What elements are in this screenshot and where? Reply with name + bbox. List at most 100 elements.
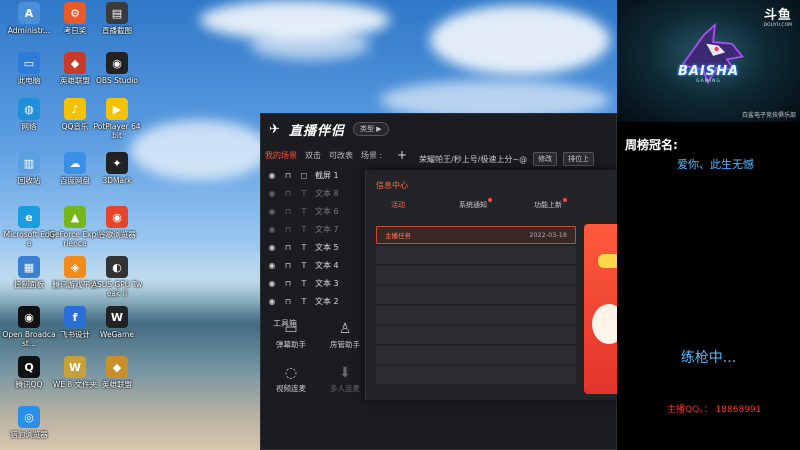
team-banner: 斗鱼 DOUYU.COM BAISHA GAMING 白鲨电子竞技俱乐部: [617, 0, 800, 122]
source-label: 文本 4: [315, 260, 339, 270]
unread-dot: [563, 198, 567, 202]
qq-label: 主播QQ。：: [667, 405, 713, 415]
desktop-app-icon: ◐: [106, 256, 128, 278]
tool-icon: ◌: [284, 365, 298, 381]
desktop-app-icon: ▭: [18, 52, 40, 74]
app-titlebar: ✈ 直播伴侣 类型 ▶: [261, 114, 616, 144]
tool-button[interactable]: ◌ 视频连麦: [265, 365, 317, 394]
desktop-icon[interactable]: W WeGame: [90, 306, 144, 339]
tab-my-scene[interactable]: 我的场景: [265, 150, 297, 161]
list-item[interactable]: 主播任务 2022-03-18: [376, 226, 576, 244]
banner-caption: 白鲨电子竞技俱乐部: [741, 112, 796, 119]
eye-icon[interactable]: ◉: [267, 171, 277, 180]
tool-icon: ▭: [284, 321, 298, 337]
source-type-icon: T: [301, 260, 307, 270]
desktop-app-icon: ♪: [64, 98, 86, 120]
cloud: [430, 5, 610, 75]
desktop-icon-label: 3DMark: [102, 176, 132, 185]
eye-icon[interactable]: ◉: [267, 279, 277, 288]
desktop-icon[interactable]: ✦ 3DMark: [90, 152, 144, 185]
desktop-app-icon: ◍: [18, 98, 40, 120]
lock-icon[interactable]: ⊓: [283, 207, 293, 216]
tool-icon: ⬇: [339, 365, 351, 381]
source-label: 文本 2: [315, 296, 339, 306]
tool-label: 多人连麦: [330, 384, 360, 393]
tab-activity-label: 活动: [391, 201, 405, 209]
desktop-icon[interactable]: ◉ 谷歌浏览器: [90, 206, 144, 239]
lock-icon[interactable]: ⊓: [283, 261, 293, 270]
desktop-icon-label: WeGame: [100, 330, 134, 339]
rank-button[interactable]: 排位上: [563, 152, 595, 166]
tool-button[interactable]: ⬇ 多人连麦: [319, 365, 371, 394]
tab-editable[interactable]: 可改表: [329, 150, 353, 161]
desktop-app-icon: Q: [18, 356, 40, 378]
lock-icon[interactable]: ⊓: [283, 171, 293, 180]
desktop-app-icon: ▥: [18, 152, 40, 174]
tab-new-features-label: 功能上新: [534, 201, 562, 209]
douyu-logo: 斗鱼 DOUYU.COM: [764, 4, 792, 28]
lock-icon[interactable]: ⊓: [283, 225, 293, 234]
desktop-icon[interactable]: ◉ OBS Studio: [90, 52, 144, 85]
desktop-app-icon: ▦: [18, 256, 40, 278]
team-subtitle: GAMING: [696, 79, 721, 84]
douyu-logo-text: 斗鱼: [763, 8, 792, 23]
lock-icon[interactable]: ⊓: [283, 189, 293, 198]
list-item-empty: [376, 326, 576, 344]
modal-tabs: 活动 系统通知 功能上新: [366, 198, 618, 214]
desktop-app-icon: ◉: [106, 52, 128, 74]
room-title: 荣耀帕王/秒上号/极速上分~@: [419, 154, 528, 164]
desktop-icon[interactable]: ▤ 直播截图: [90, 2, 144, 35]
desktop-icon[interactable]: ▶ PotPlayer 64 bit: [90, 98, 144, 140]
cloud: [130, 120, 270, 180]
weekly-crown-name: 爱你、此生无憾: [677, 158, 754, 171]
desktop-icon-label: OBS Studio: [96, 76, 138, 85]
scene-tabs: 我的场景 双击 可改表 场景 : +: [261, 144, 413, 166]
tab-activity[interactable]: 活动: [391, 198, 405, 212]
tab-new-features[interactable]: 功能上新: [534, 198, 567, 212]
desktop-app-icon: ◉: [18, 306, 40, 328]
desktop-app-icon: ◆: [64, 52, 86, 74]
eye-icon[interactable]: ◉: [267, 189, 277, 198]
tool-label: 视频连麦: [276, 384, 306, 393]
eye-icon[interactable]: ◉: [267, 225, 277, 234]
lock-icon[interactable]: ⊓: [283, 279, 293, 288]
desktop-app-icon: f: [64, 306, 86, 328]
source-type-icon: T: [301, 206, 307, 216]
desktop-app-icon: ◉: [106, 206, 128, 228]
type-pill-button[interactable]: 类型 ▶: [353, 122, 389, 136]
tool-button[interactable]: ♙ 房管助手: [319, 321, 371, 350]
source-type-icon: T: [301, 188, 307, 198]
desktop-app-icon: ☁: [64, 152, 86, 174]
source-label: 截屏 1: [315, 170, 339, 180]
lock-icon[interactable]: ⊓: [283, 243, 293, 252]
eye-icon[interactable]: ◉: [267, 297, 277, 306]
list-item-empty: [376, 286, 576, 304]
source-label: 文本 6: [315, 206, 339, 216]
tab-double-click[interactable]: 双击: [305, 150, 321, 161]
desktop-icon[interactable]: ◆ 英雄联盟: [90, 356, 144, 389]
desktop-icon[interactable]: ◎ 猎豹浏览器: [2, 406, 56, 439]
tool-button[interactable]: ▭ 弹幕助手: [265, 321, 317, 350]
qq-number: 18868991: [715, 405, 762, 415]
add-scene-button[interactable]: +: [397, 148, 407, 162]
tab-scene[interactable]: 场景 :: [361, 150, 382, 161]
edit-room-button[interactable]: 修改: [533, 152, 558, 166]
message-list: 主播任务 2022-03-18: [376, 226, 576, 386]
eye-icon[interactable]: ◉: [267, 207, 277, 216]
desktop-icon-label: 猎豹浏览器: [10, 430, 48, 439]
source-type-icon: T: [301, 278, 307, 288]
tab-system-notice[interactable]: 系统通知: [459, 198, 492, 212]
eye-icon[interactable]: ◉: [267, 243, 277, 252]
unread-dot: [488, 198, 492, 202]
lock-icon[interactable]: ⊓: [283, 297, 293, 306]
stream-status-text: 练枪中...: [680, 350, 737, 366]
desktop-app-icon: W: [106, 306, 128, 328]
tool-label: 弹幕助手: [276, 340, 306, 349]
desktop-icon[interactable]: ◐ ASUS GPU Tweak II: [90, 256, 144, 298]
desktop-app-icon: ▲: [64, 206, 86, 228]
list-item-empty: [376, 306, 576, 324]
message-date: 2022-03-18: [529, 231, 567, 239]
app-logo-icon: ✈: [269, 122, 280, 137]
eye-icon[interactable]: ◉: [267, 261, 277, 270]
stream-overlay-panel: 斗鱼 DOUYU.COM BAISHA GAMING 白鲨电子竞技俱乐部 周榜冠…: [617, 0, 800, 450]
